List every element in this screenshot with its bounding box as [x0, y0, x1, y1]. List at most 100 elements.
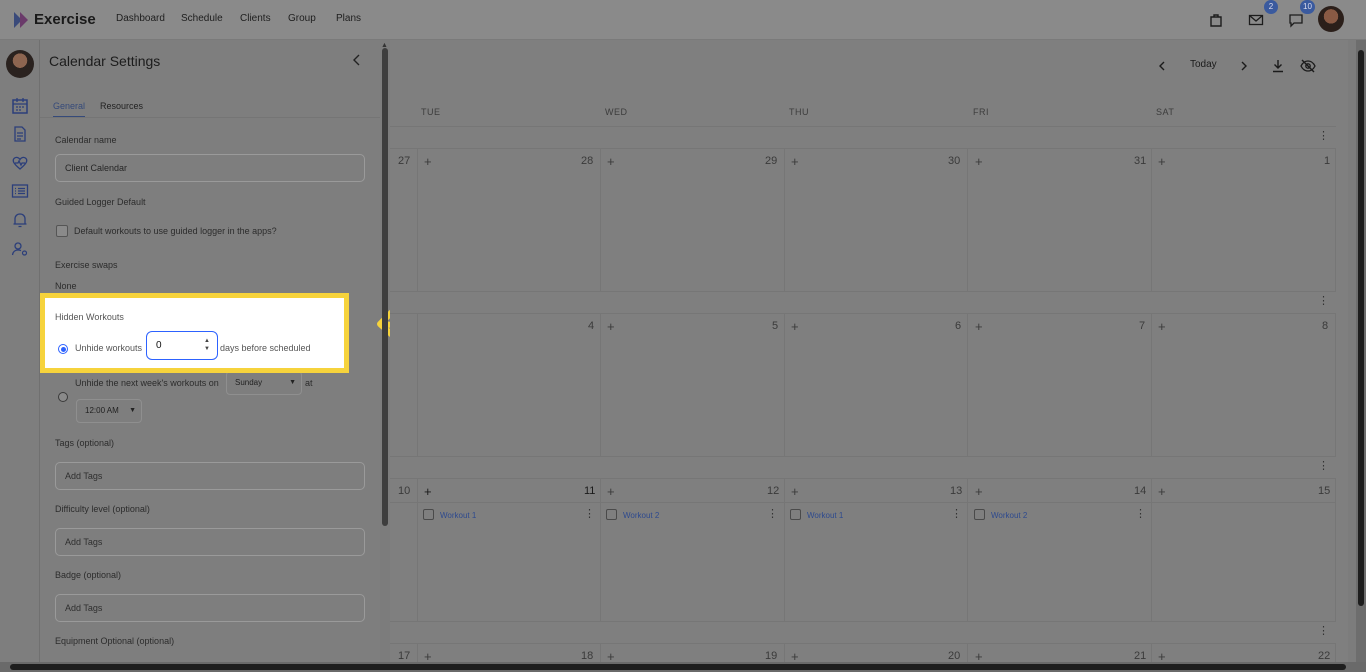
badge-input[interactable]: Add Tags	[55, 594, 365, 622]
workout-checkbox[interactable]	[790, 509, 801, 520]
next-week-time-select[interactable]: 12:00 AM ▼	[76, 399, 142, 423]
add-workout-icon[interactable]: +	[1158, 155, 1166, 168]
chevron-left-icon[interactable]	[350, 53, 364, 67]
workout-menu-icon[interactable]: ⋮	[951, 509, 962, 520]
workout-menu-icon[interactable]: ⋮	[584, 509, 595, 520]
day-header-sat: SAT	[1156, 107, 1175, 117]
add-workout-icon[interactable]: +	[975, 155, 983, 168]
grid-line	[1151, 478, 1152, 621]
panel-scrollbar[interactable]	[382, 48, 388, 526]
add-workout-icon[interactable]: +	[975, 320, 983, 333]
workout-checkbox[interactable]	[423, 509, 434, 520]
workout-menu-icon[interactable]: ⋮	[1135, 509, 1146, 520]
grid-line	[1335, 643, 1336, 662]
day-number: 13	[950, 485, 963, 497]
tab-resources[interactable]: Resources	[100, 101, 143, 111]
nav-clients[interactable]: Clients	[240, 13, 271, 24]
download-icon[interactable]	[1271, 59, 1285, 73]
chat-icon[interactable]	[1288, 12, 1304, 28]
client-avatar[interactable]	[6, 50, 34, 78]
nav-plans[interactable]: Plans	[336, 13, 361, 24]
grid-line	[390, 643, 1336, 644]
add-workout-icon[interactable]: +	[607, 485, 615, 498]
grid-line	[784, 313, 785, 456]
add-workout-icon[interactable]: +	[1158, 320, 1166, 333]
app-logo-icon	[14, 12, 28, 28]
day-number: 15	[1318, 485, 1331, 497]
day-number: 4	[588, 320, 595, 332]
workout-item[interactable]: Workout 1	[440, 511, 476, 520]
tags-label: Tags (optional)	[55, 438, 115, 448]
next-week-time-value: 12:00 AM	[85, 406, 119, 415]
week-menu-icon[interactable]: ⋮	[1318, 461, 1329, 472]
add-workout-icon[interactable]: +	[975, 485, 983, 498]
equipment-label: Equipment Optional (optional)	[55, 636, 175, 646]
add-workout-icon[interactable]: +	[607, 155, 615, 168]
next-week-day-value: Sunday	[235, 378, 263, 387]
calendar-name-label: Calendar name	[55, 135, 117, 145]
workout-item[interactable]: Workout 1	[807, 511, 843, 520]
nav-schedule[interactable]: Schedule	[181, 13, 223, 24]
add-workout-icon[interactable]: +	[424, 155, 432, 168]
week-menu-icon[interactable]: ⋮	[1318, 626, 1329, 637]
unhide-days-input[interactable]: 0 ▲ ▼	[146, 331, 218, 360]
bell-icon[interactable]	[11, 211, 29, 229]
day-header-thu: THU	[789, 107, 809, 117]
guided-logger-checkbox[interactable]	[56, 225, 68, 237]
today-button[interactable]: Today	[1190, 59, 1217, 70]
tab-general[interactable]: General	[53, 101, 86, 118]
horizontal-scroll-thumb[interactable]	[10, 664, 1346, 670]
calendar-name-input[interactable]: Client Calendar	[55, 154, 365, 182]
week-menu-icon[interactable]: ⋮	[1318, 296, 1329, 307]
user-settings-icon[interactable]	[11, 240, 29, 258]
unhide-days-radio[interactable]	[58, 344, 68, 354]
grid-line	[417, 643, 418, 662]
heart-pulse-icon[interactable]	[11, 154, 29, 172]
day-number: 18	[581, 650, 594, 662]
shopping-bag-icon[interactable]	[1208, 12, 1224, 28]
chevron-left-icon[interactable]	[1156, 60, 1168, 72]
add-workout-icon[interactable]: +	[607, 320, 615, 333]
week-menu-icon[interactable]: ⋮	[1318, 131, 1329, 142]
vertical-scroll-thumb[interactable]	[1358, 50, 1364, 606]
document-icon[interactable]	[11, 125, 29, 143]
add-workout-icon[interactable]: +	[791, 155, 799, 168]
unhide-days-value: 0	[156, 340, 162, 351]
day-number: 1	[1324, 155, 1331, 167]
workout-menu-icon[interactable]: ⋮	[767, 509, 778, 520]
grid-line	[967, 478, 968, 621]
workout-checkbox[interactable]	[606, 509, 617, 520]
workout-checkbox[interactable]	[974, 509, 985, 520]
tags-input[interactable]: Add Tags	[55, 462, 365, 490]
user-avatar[interactable]	[1318, 6, 1344, 32]
day-header-fri: FRI	[973, 107, 989, 117]
grid-line	[417, 478, 418, 621]
workout-item[interactable]: Workout 2	[623, 511, 659, 520]
number-spinner-icon[interactable]: ▲ ▼	[204, 337, 210, 353]
next-week-day-select[interactable]: Sunday ▼	[226, 371, 302, 395]
add-workout-icon[interactable]: +	[1158, 485, 1166, 498]
grid-line	[967, 643, 968, 662]
app-title: Exercise	[34, 11, 96, 28]
grid-line	[417, 148, 418, 291]
calendar-icon[interactable]	[11, 97, 29, 115]
chevron-right-icon[interactable]	[1238, 60, 1250, 72]
grid-line	[1151, 643, 1152, 662]
add-workout-icon[interactable]: +	[791, 320, 799, 333]
add-workout-icon[interactable]: +	[791, 485, 799, 498]
mail-icon[interactable]	[1248, 12, 1264, 28]
workout-item[interactable]: Workout 2	[991, 511, 1027, 520]
eye-off-icon[interactable]	[1300, 59, 1316, 73]
at-label: at	[305, 378, 313, 388]
difficulty-input[interactable]: Add Tags	[55, 528, 365, 556]
day-number: 14	[1134, 485, 1147, 497]
grid-line	[1151, 148, 1152, 291]
list-icon[interactable]	[11, 182, 29, 200]
nav-group[interactable]: Group	[288, 13, 316, 24]
unhide-next-week-radio[interactable]	[58, 392, 68, 402]
nav-dashboard[interactable]: Dashboard	[116, 13, 165, 24]
grid-line	[784, 148, 785, 291]
day-number: 6	[955, 320, 962, 332]
add-workout-icon[interactable]: +	[424, 485, 432, 498]
grid-line	[390, 621, 1336, 622]
